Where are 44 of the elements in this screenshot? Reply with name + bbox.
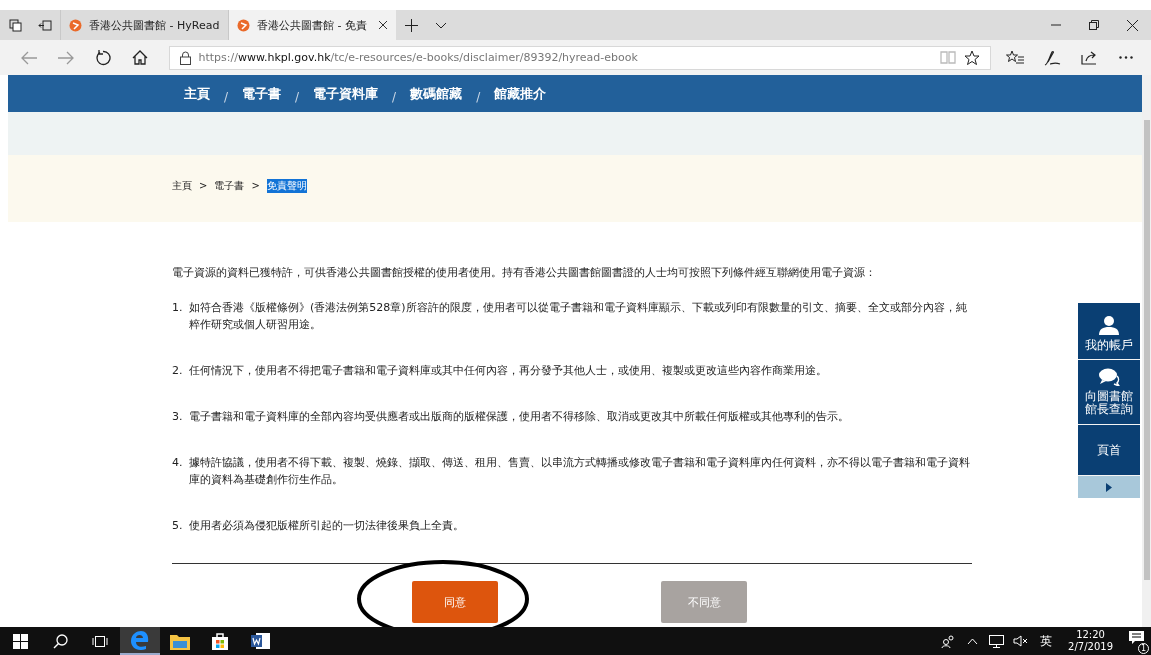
edge-app-icon[interactable] — [120, 627, 160, 655]
nav-separator: / — [392, 88, 397, 104]
play-triangle-icon — [1106, 482, 1112, 492]
person-icon — [1099, 314, 1119, 335]
input-method-indicator[interactable]: 英 — [1032, 632, 1061, 650]
star-icon[interactable] — [963, 49, 980, 66]
nav-link[interactable]: 主頁 — [184, 84, 210, 103]
breadcrumb-separator: > — [199, 180, 208, 191]
breadcrumb-separator: > — [251, 180, 260, 191]
term-number: 3. — [172, 409, 183, 425]
expand-tab[interactable] — [1078, 476, 1140, 498]
breadcrumb-link[interactable]: 電子書 — [214, 178, 245, 193]
nav-link[interactable]: 數碼館藏 — [410, 84, 463, 103]
term-text: 據特許協議，使用者不得下載、複製、燒錄、擷取、傳送、租用、售賣、以串流方式轉播或修改電子書籍和電子資料庫內任何資料，亦不得以電子書籍和電子資料庫的資料為基礎創作衍生作品。 — [189, 455, 971, 488]
term-text: 使用者必須為侵犯版權所引起的一切法律後果負上全責。 — [189, 518, 464, 534]
address-field[interactable]: https://www.hkpl.gov.hk/tc/e-resources/e-books/disclaimer/89392/hyread-ebook — [168, 45, 991, 70]
term-text: 任何情況下，使用者不得把電子書籍和電子資料庫或其中任何內容，再分發予其他人士，或使用、複製或更改這些內容作商業用途。 — [189, 363, 827, 379]
intro-paragraph: 電子資源的資料已獲特許，可供香港公共圖書館授權的使用者使用。持有香港公共圖書館圖書證的人士均可按照下列條件經互聯網使用電子資源： — [172, 265, 877, 281]
term-text: 電子書籍和電子資料庫的全部內容均受供應者或出版商的版權保護，使用者不得移除、取消或更改其中所載任何版權或其他專利的告示。 — [189, 409, 849, 425]
lock-icon — [179, 50, 191, 65]
clock[interactable]: 12:20 2/7/2019 — [1060, 629, 1121, 653]
close-icon[interactable] — [378, 20, 388, 30]
side-panel-button[interactable]: 向圖書館館長查詢 — [1078, 360, 1140, 424]
nav-link[interactable]: 電子書 — [242, 84, 282, 103]
nav-separator: / — [295, 88, 300, 104]
nav-link[interactable]: 館藏推介 — [494, 84, 547, 103]
term-text: 如符合香港《版權條例》(香港法例第528章)所容許的限度，使用者可以從電子書籍和電子資料庫顯示、下載或列印有限數量的引文、摘要、全文或部分內容，純粹作研究或個人研習用途。 — [189, 300, 968, 333]
term-number: 1. — [172, 300, 183, 316]
term-number: 5. — [172, 518, 183, 534]
site-logo-icon — [237, 18, 250, 32]
term-number: 2. — [172, 363, 183, 379]
nav-separator: / — [476, 88, 481, 104]
site-logo-icon — [69, 18, 82, 32]
agree-button[interactable]: 同意 — [412, 581, 498, 623]
breadcrumb-link[interactable]: 主頁 — [172, 178, 192, 193]
term-number: 4. — [172, 455, 183, 471]
back-to-top-button[interactable]: 頁首 — [1078, 425, 1140, 475]
nav-link[interactable]: 電子資料庫 — [313, 84, 379, 103]
chat-bubbles-icon — [1098, 368, 1120, 386]
nav-separator: / — [224, 88, 229, 104]
side-panel-button[interactable]: 我的帳戶 — [1078, 303, 1140, 359]
browser-tab[interactable]: 香港公共圖書館 - 免責 — [228, 10, 396, 40]
scrollbar[interactable] — [1142, 75, 1151, 627]
breadcrumb-link[interactable]: 免責聲明 — [266, 178, 307, 193]
